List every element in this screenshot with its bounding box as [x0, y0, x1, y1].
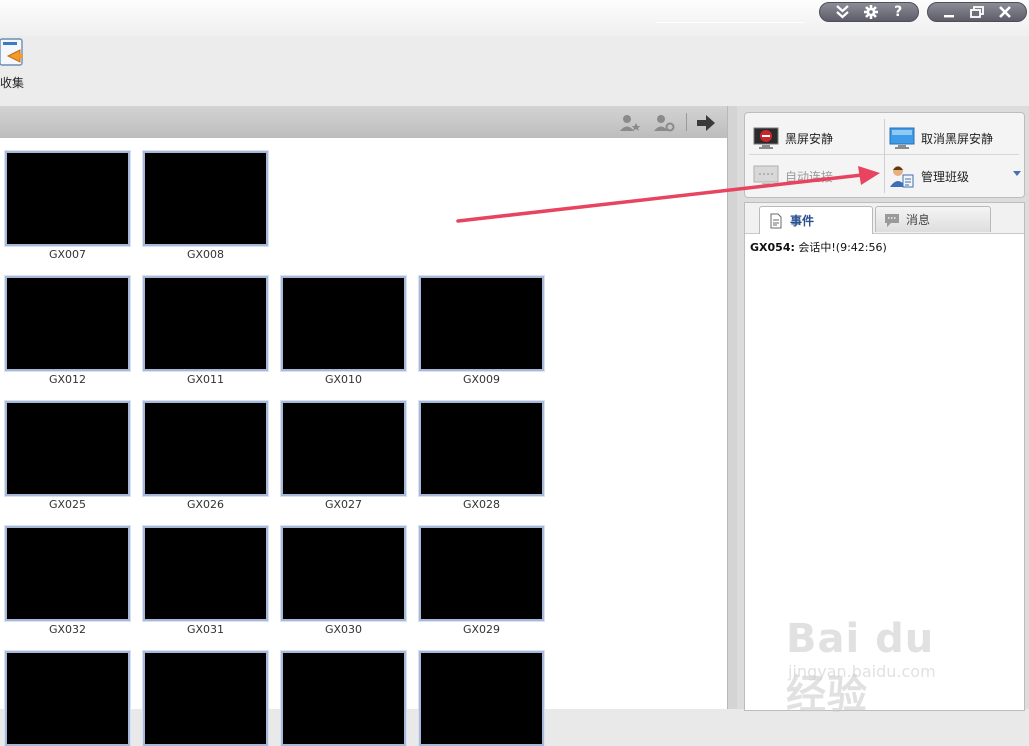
collect-icon[interactable]	[0, 38, 24, 68]
student-screen-thumbnail[interactable]	[419, 401, 544, 496]
tab-messages-label: 消息	[906, 213, 931, 227]
title-bar: ?	[0, 0, 1029, 36]
control-divider	[749, 154, 1019, 155]
student-screen-label: GX027	[324, 498, 363, 511]
student-screen-thumbnail[interactable]	[281, 526, 406, 621]
event-tabs: 事件 消息	[745, 203, 1024, 234]
student-screen-thumbnail[interactable]	[143, 401, 268, 496]
control-button-group: 黑屏安静 取消黑屏安静 自动连接 管理班级	[744, 112, 1025, 198]
restore-icon[interactable]	[970, 6, 984, 18]
tab-messages[interactable]: 消息	[875, 206, 991, 232]
student-screen-label: GX012	[48, 373, 87, 386]
student-screen-thumbnail[interactable]	[419, 651, 544, 746]
toolbar	[0, 36, 1029, 106]
event-entry: GX054: 会话中!(9:42:56)	[750, 239, 887, 255]
manage-class-button[interactable]: 管理班级	[889, 161, 969, 191]
student-screen-label: GX026	[186, 498, 225, 511]
manage-class-label: 管理班级	[921, 169, 970, 184]
chevron-down-icon[interactable]	[1013, 171, 1021, 176]
student-screen-thumbnail[interactable]	[143, 526, 268, 621]
control-side-panel: 黑屏安静 取消黑屏安静 自动连接 管理班级 事件 消息 GX054: 会话中!(…	[737, 106, 1029, 711]
black-screen-icon	[753, 127, 779, 149]
collapse-icon[interactable]	[836, 5, 849, 19]
student-screen-label: GX010	[324, 373, 363, 386]
student-screen-thumbnail[interactable]	[419, 526, 544, 621]
student-screen-thumbnail[interactable]	[5, 526, 130, 621]
student-screen-thumbnail[interactable]	[281, 276, 406, 371]
student-screen-label: GX009	[462, 373, 501, 386]
student-screen-thumbnail[interactable]	[419, 276, 544, 371]
event-text: 会话中!(9:42:56)	[794, 241, 887, 254]
student-screen-label: GX030	[324, 623, 363, 636]
black-screen-label: 黑屏安静	[785, 131, 834, 146]
header-separator	[686, 113, 687, 131]
help-icon[interactable]: ?	[894, 2, 902, 22]
minimize-icon[interactable]	[943, 6, 955, 18]
student-screen-label: GX008	[186, 248, 225, 261]
black-screen-button[interactable]: 黑屏安静	[753, 123, 833, 153]
student-screen-label: GX025	[48, 498, 87, 511]
add-favorite-user-icon[interactable]	[619, 114, 641, 132]
auto-connect-icon	[753, 165, 779, 187]
student-screen-thumbnail[interactable]	[5, 401, 130, 496]
student-screen-thumbnail[interactable]	[281, 401, 406, 496]
cancel-black-screen-label: 取消黑屏安静	[921, 131, 994, 146]
monitor-panel: GX007 GX008 GX012 GX011 GX010 GX009 GX025 GX026…	[0, 106, 728, 746]
auto-connect-button[interactable]: 自动连接	[753, 161, 833, 191]
student-screen-thumbnail[interactable]	[281, 651, 406, 746]
student-screen-thumbnail[interactable]	[5, 651, 130, 746]
student-screen-label: GX031	[186, 623, 225, 636]
cancel-black-screen-button[interactable]: 取消黑屏安静	[889, 123, 993, 153]
student-screen-label: GX029	[462, 623, 501, 636]
monitor-icon	[889, 127, 915, 149]
student-screen-thumbnail[interactable]	[5, 151, 130, 246]
user-settings-icon[interactable]	[653, 114, 675, 132]
gear-icon[interactable]	[864, 5, 879, 19]
window-controls-group	[927, 2, 1027, 22]
student-screen-thumbnail[interactable]	[143, 651, 268, 746]
control-divider	[884, 119, 885, 193]
auto-connect-label: 自动连接	[785, 169, 834, 184]
close-icon[interactable]	[998, 6, 1011, 18]
event-log-panel: 事件 消息 GX054: 会话中!(9:42:56)	[744, 202, 1025, 711]
student-screen-thumbnail[interactable]	[143, 151, 268, 246]
student-screen-label: GX028	[462, 498, 501, 511]
tab-events-label: 事件	[790, 214, 815, 228]
student-screen-label: GX032	[48, 623, 87, 636]
student-screen-label: GX011	[186, 373, 225, 386]
collect-label[interactable]: 收集	[0, 74, 24, 91]
arrow-right-icon[interactable]	[696, 114, 718, 132]
event-source: GX054:	[750, 241, 795, 254]
title-divider	[655, 22, 805, 23]
manage-class-icon	[890, 166, 914, 188]
student-screen-thumbnail[interactable]	[5, 276, 130, 371]
document-icon	[770, 213, 782, 228]
monitor-header	[0, 106, 727, 138]
tab-events[interactable]: 事件	[759, 206, 873, 234]
student-screen-thumbnail[interactable]	[143, 276, 268, 371]
student-screen-label: GX007	[48, 248, 87, 261]
window-tools-group: ?	[819, 2, 919, 22]
speech-bubble-icon	[885, 213, 899, 227]
